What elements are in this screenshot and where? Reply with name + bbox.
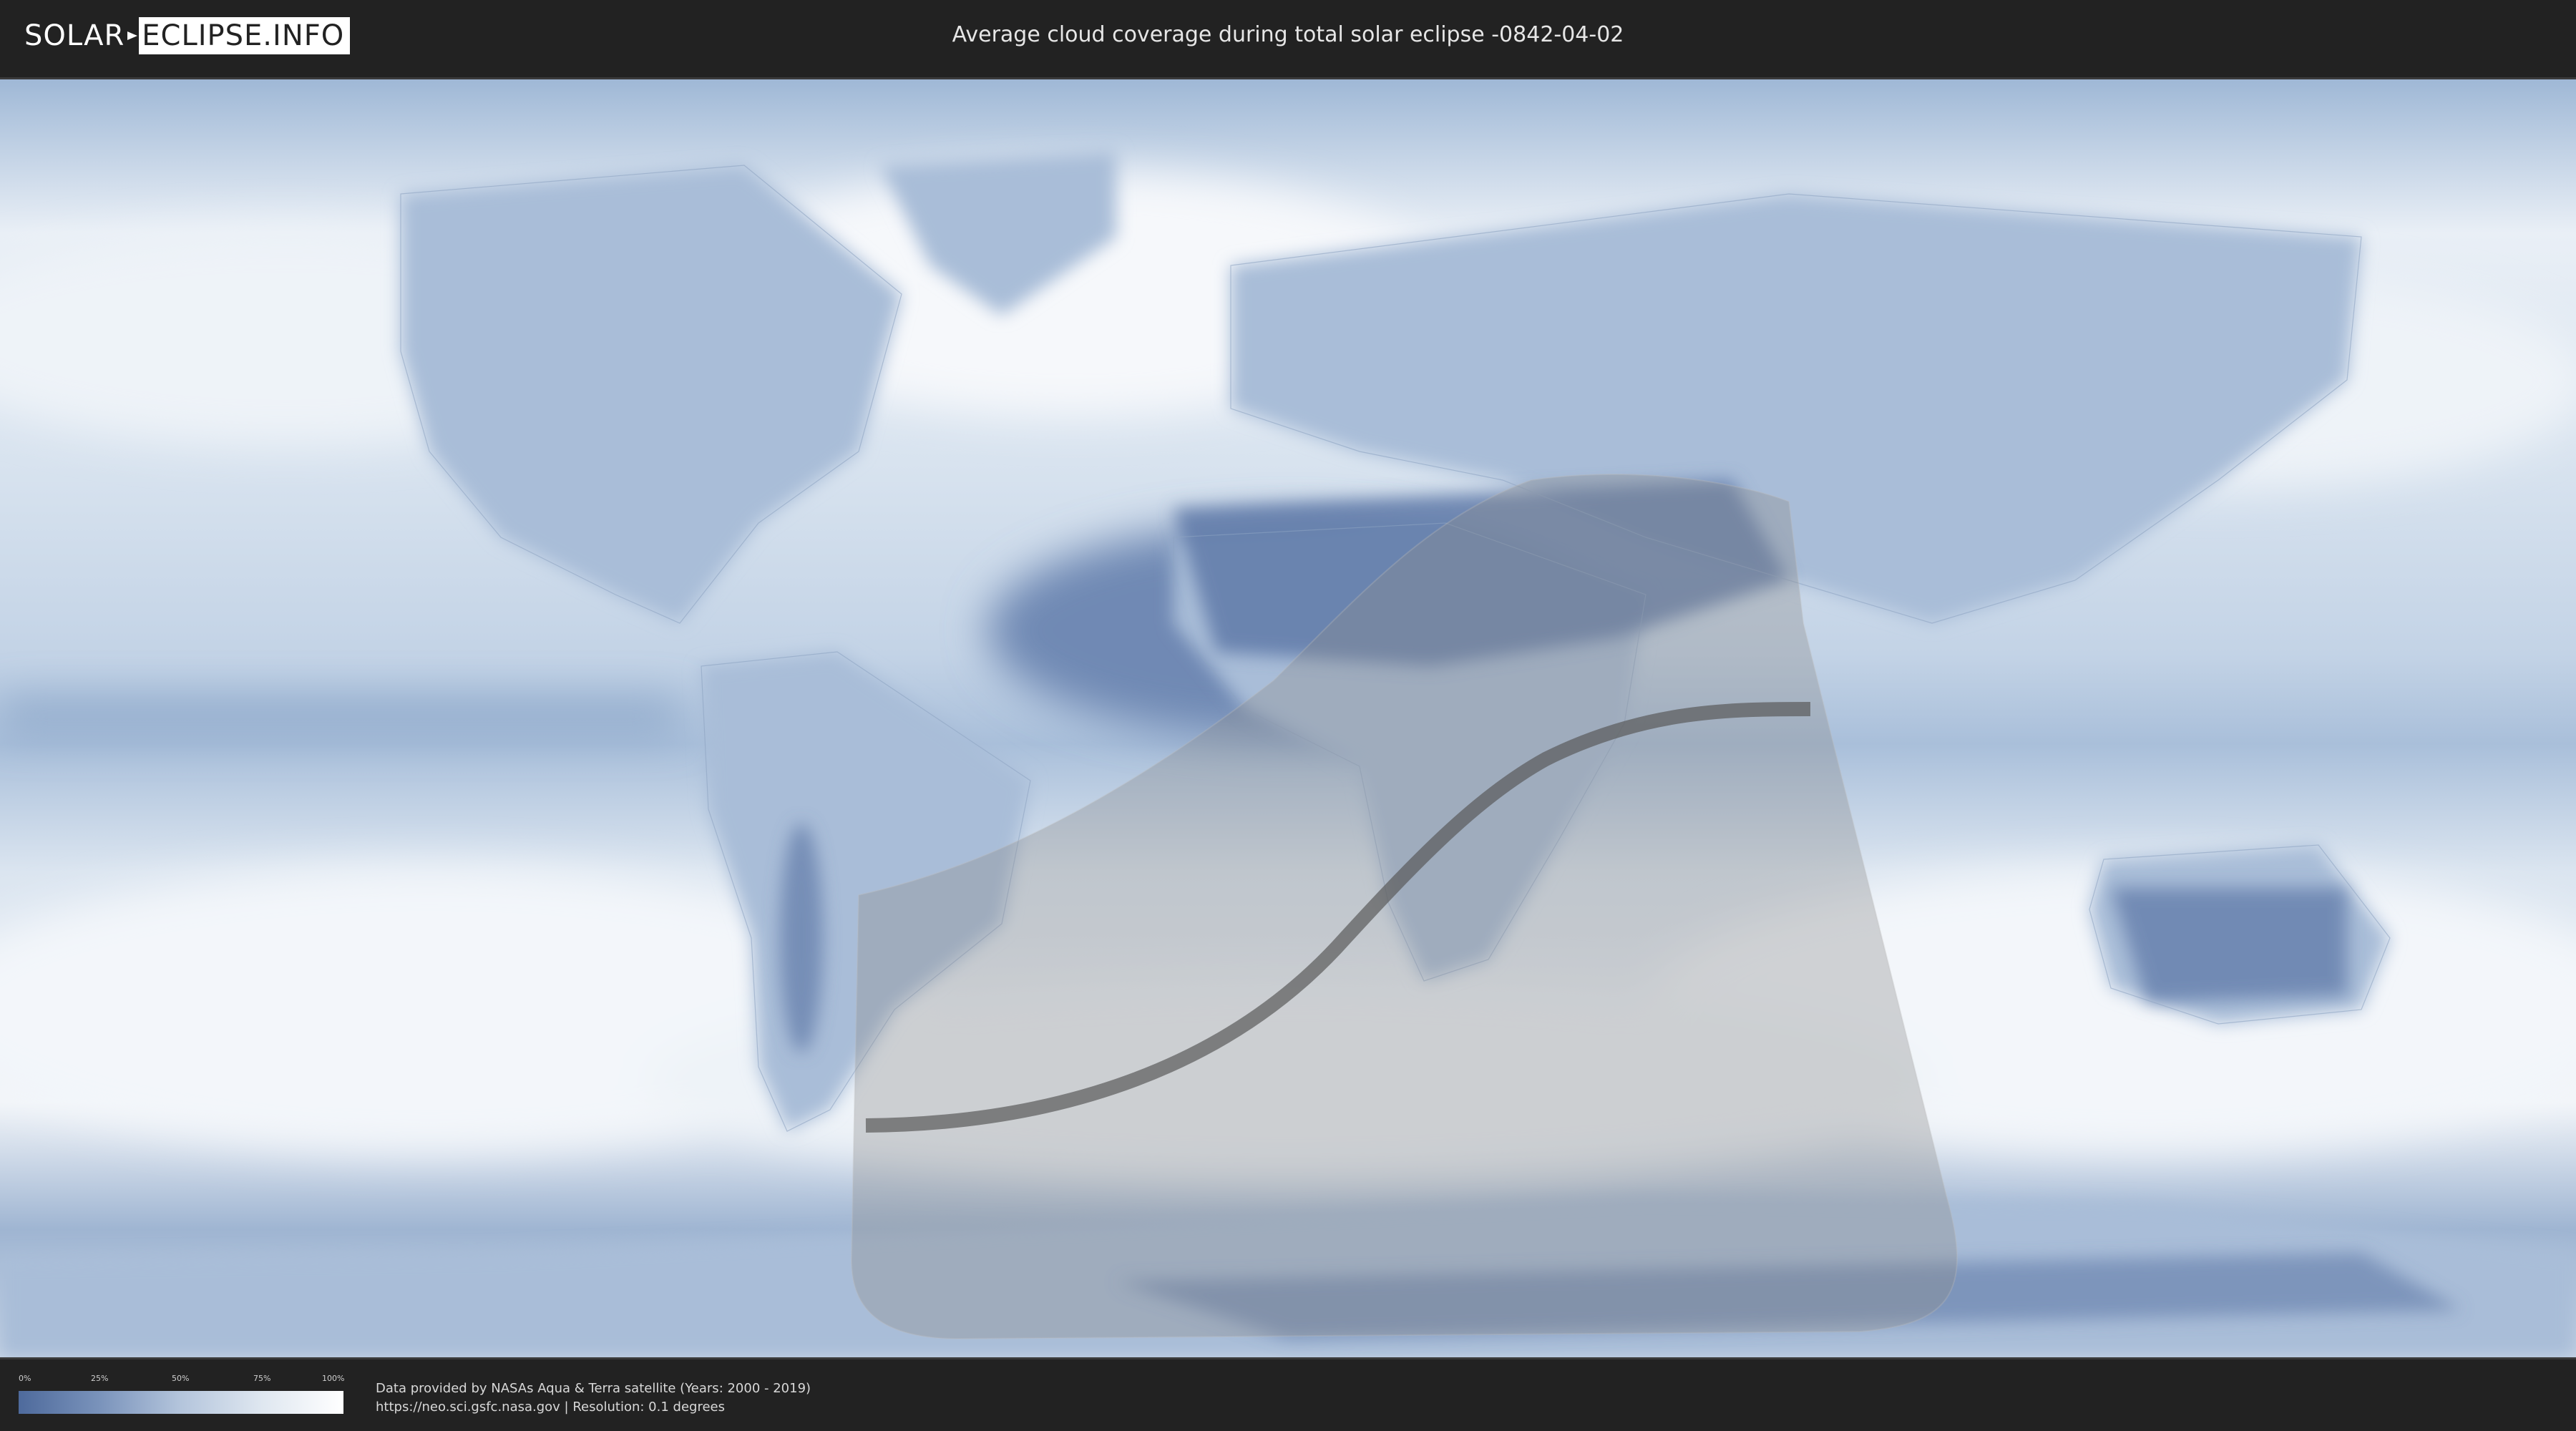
legend-tick-100: 100% bbox=[322, 1374, 345, 1383]
legend-ticks: 0% 25% 50% 75% 100% bbox=[19, 1374, 345, 1384]
credits-line-source: Data provided by NASAs Aqua & Terra sate… bbox=[376, 1381, 811, 1396]
data-credits: Data provided by NASAs Aqua & Terra sate… bbox=[376, 1379, 811, 1417]
footer-bar: 0% 25% 50% 75% 100% Data provided by NAS… bbox=[0, 1359, 2576, 1431]
legend-tick-25: 25% bbox=[91, 1374, 109, 1383]
world-map-svg bbox=[0, 79, 2576, 1357]
cloud-coverage-legend: 0% 25% 50% 75% 100% bbox=[19, 1374, 345, 1414]
header-bar: SOLAR ECLIPSE.INFO Average cloud coverag… bbox=[0, 0, 2576, 72]
legend-tick-50: 50% bbox=[172, 1374, 190, 1383]
page-title: Average cloud coverage during total sola… bbox=[952, 22, 1624, 47]
credits-line-url: https://neo.sci.gsfc.nasa.gov | Resoluti… bbox=[376, 1400, 725, 1415]
legend-tick-75: 75% bbox=[253, 1374, 271, 1383]
legend-tick-0: 0% bbox=[19, 1374, 31, 1383]
legend-color-ramp bbox=[19, 1391, 343, 1414]
cloud-coverage-map[interactable] bbox=[0, 77, 2576, 1359]
